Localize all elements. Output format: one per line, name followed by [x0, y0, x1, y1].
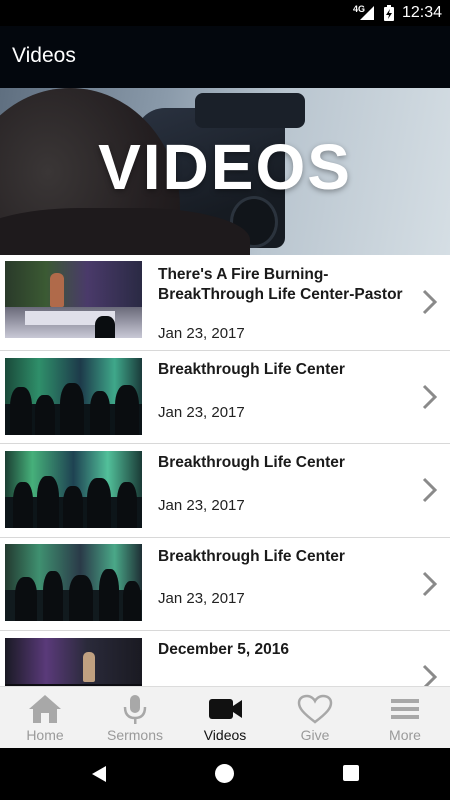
back-icon[interactable]	[90, 764, 108, 784]
heart-icon	[297, 694, 333, 724]
page-title: Videos	[12, 44, 76, 67]
nav-sermons[interactable]: Sermons	[90, 687, 180, 749]
video-list-item[interactable]: December 5, 2016	[0, 631, 450, 686]
video-list-item[interactable]: Breakthrough Life Center Jan 23, 2017	[0, 351, 450, 444]
chevron-right-icon	[422, 571, 438, 597]
home-icon	[29, 695, 61, 723]
hero-camera-top-shape	[195, 93, 305, 128]
video-title: There's A Fire Burning-BreakThrough Life…	[158, 266, 403, 303]
app-bar: Videos	[0, 26, 450, 88]
video-date: Jan 23, 2017	[158, 497, 245, 514]
video-date: Jan 23, 2017	[158, 325, 245, 342]
nav-give[interactable]: Give	[270, 687, 360, 749]
video-list[interactable]: There's A Fire Burning-BreakThrough Life…	[0, 255, 450, 686]
video-thumbnail	[5, 638, 142, 686]
chevron-right-icon	[422, 289, 438, 315]
menu-icon	[391, 699, 419, 719]
video-title: Breakthrough Life Center	[158, 548, 345, 565]
video-title: Breakthrough Life Center	[158, 454, 345, 471]
video-thumbnail	[5, 358, 142, 435]
microphone-icon	[123, 695, 147, 724]
status-bar: 4G 12:34	[0, 0, 450, 26]
video-camera-icon	[209, 699, 242, 719]
nav-label: Give	[300, 727, 330, 743]
nav-label: Sermons	[106, 727, 164, 743]
video-thumbnail	[5, 544, 142, 621]
nav-label: More	[389, 727, 421, 743]
recent-apps-icon[interactable]	[343, 765, 359, 781]
chevron-right-icon	[422, 664, 438, 686]
signal-icon	[360, 6, 374, 20]
video-title: December 5, 2016	[158, 641, 289, 658]
bottom-navigation: Home Sermons Videos Give More	[0, 686, 450, 748]
nav-more[interactable]: More	[360, 687, 450, 749]
video-title: Breakthrough Life Center	[158, 361, 345, 378]
nav-label: Home	[26, 727, 64, 743]
video-thumbnail	[5, 261, 142, 338]
video-thumbnail	[5, 451, 142, 528]
home-button-icon[interactable]	[215, 764, 234, 783]
hero-banner: VIDEOS	[0, 88, 450, 255]
clock: 12:34	[402, 4, 443, 21]
video-list-item[interactable]: There's A Fire Burning-BreakThrough Life…	[0, 255, 450, 351]
system-navigation-bar	[0, 748, 450, 800]
video-list-item[interactable]: Breakthrough Life Center Jan 23, 2017	[0, 538, 450, 631]
chevron-right-icon	[422, 477, 438, 503]
video-list-item[interactable]: Breakthrough Life Center Jan 23, 2017	[0, 444, 450, 538]
nav-videos[interactable]: Videos	[180, 687, 270, 749]
nav-home[interactable]: Home	[0, 687, 90, 749]
nav-label: Videos	[203, 727, 247, 743]
hero-title: VIDEOS	[98, 131, 352, 203]
video-date: Jan 23, 2017	[158, 404, 245, 421]
battery-icon	[384, 5, 394, 21]
video-date: Jan 23, 2017	[158, 590, 245, 607]
chevron-right-icon	[422, 384, 438, 410]
